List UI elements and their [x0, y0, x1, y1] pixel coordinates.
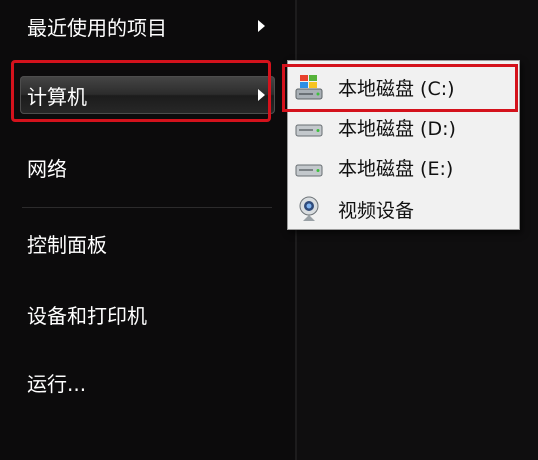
submenu-item-label: 视频设备 — [338, 199, 415, 222]
menu-item-run[interactable]: 运行... — [20, 363, 275, 401]
submenu-item-video-device[interactable]: 视频设备 — [288, 189, 519, 229]
menu-item-network[interactable]: 网络 — [20, 148, 275, 186]
menu-item-label: 控制面板 — [27, 232, 107, 257]
menu-item-label: 网络 — [27, 156, 67, 181]
submenu-item-drive-e[interactable]: 本地磁盘 (E:) — [288, 147, 519, 187]
submenu-item-drive-d[interactable]: 本地磁盘 (D:) — [288, 107, 519, 147]
menu-item-label: 运行... — [27, 371, 87, 396]
hard-drive-icon — [295, 124, 323, 137]
menu-item-devices-printers[interactable]: 设备和打印机 — [20, 295, 275, 333]
menu-item-control-panel[interactable]: 控制面板 — [20, 224, 275, 262]
red-highlight-box-computer — [11, 60, 271, 122]
menu-item-recent-items[interactable]: 最近使用的项目 — [20, 7, 275, 45]
menu-item-label: 设备和打印机 — [27, 303, 147, 328]
chevron-right-icon — [258, 20, 265, 32]
menu-separator — [22, 207, 272, 208]
submenu-item-label: 本地磁盘 (D:) — [338, 117, 456, 140]
hard-drive-icon — [295, 164, 323, 177]
menu-item-label: 最近使用的项目 — [27, 15, 167, 40]
submenu-item-label: 本地磁盘 (E:) — [338, 157, 454, 180]
red-highlight-box-drive-c — [282, 64, 518, 112]
webcam-icon — [299, 196, 319, 221]
